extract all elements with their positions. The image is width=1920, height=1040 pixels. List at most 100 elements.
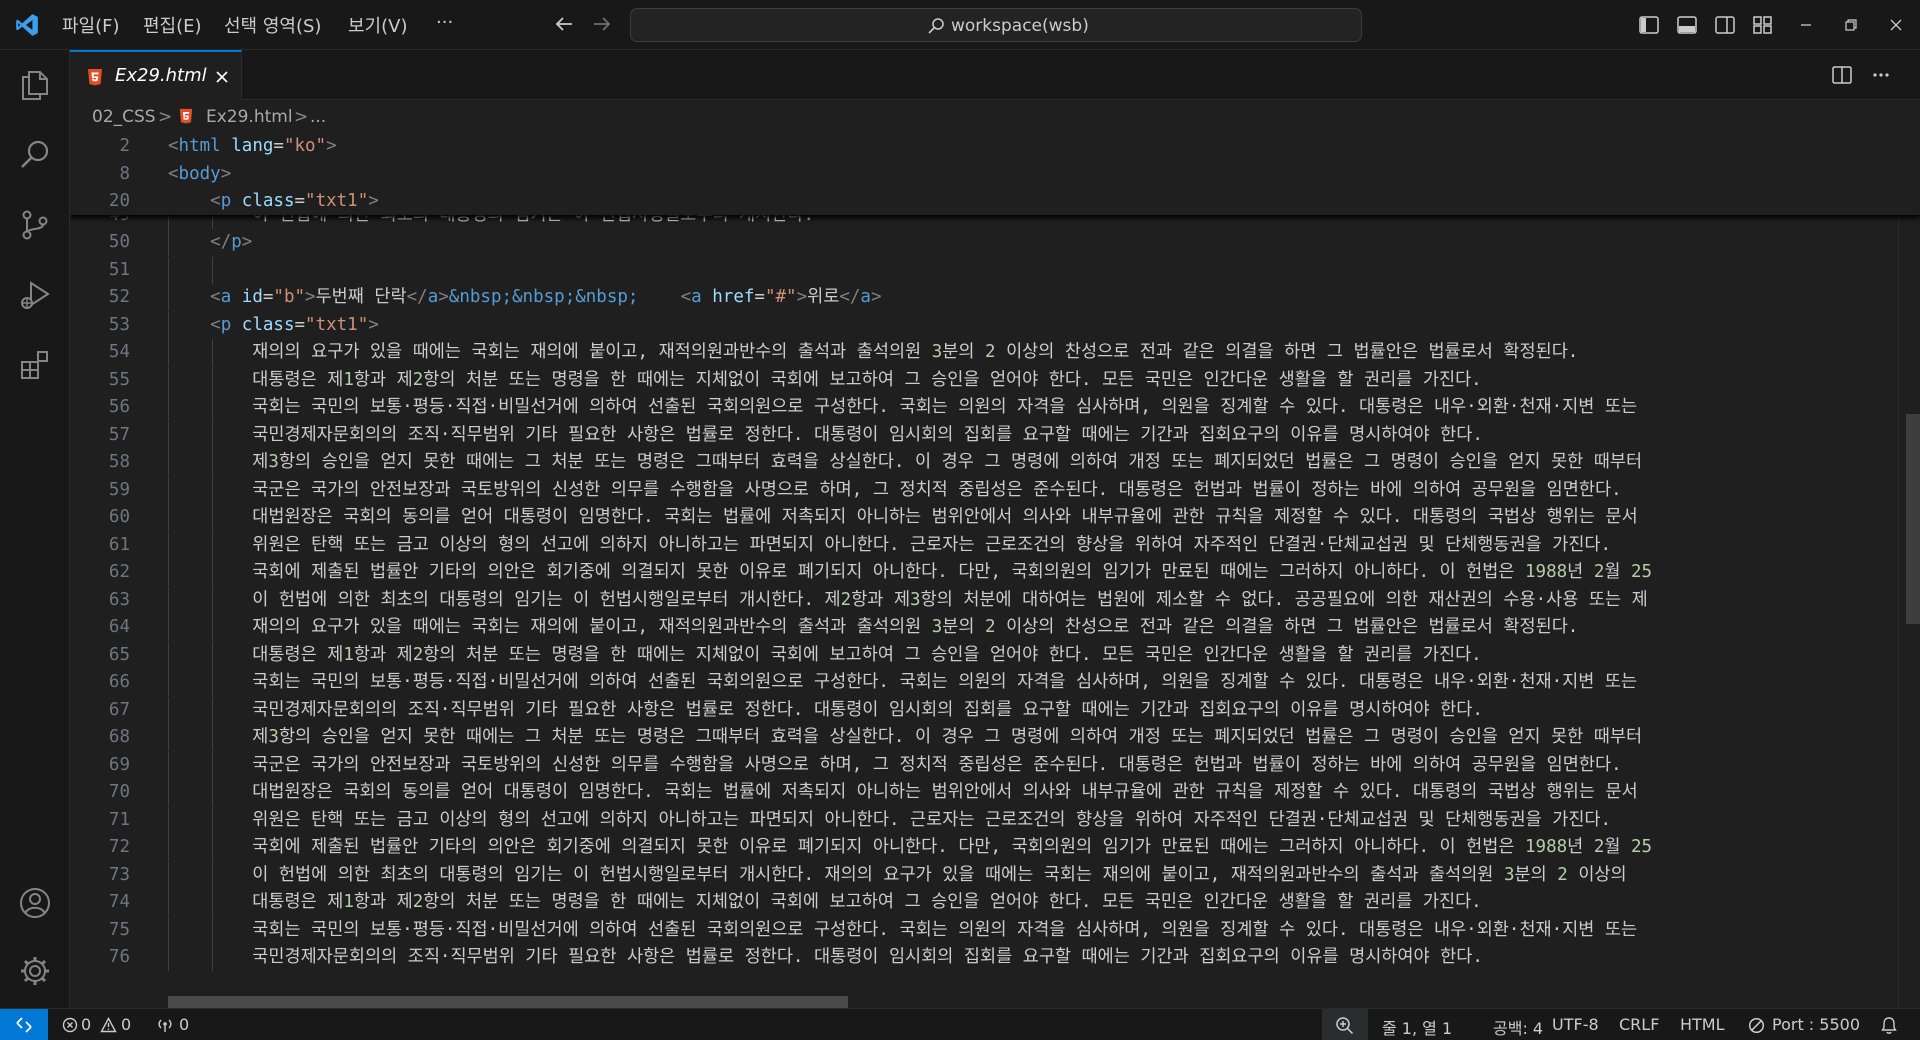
- line-number: 75: [108, 919, 130, 940]
- error-count[interactable]: 0: [81, 1015, 91, 1034]
- code-line[interactable]: 75 국회는 국민의 보통·평등·직접·비밀선거에 의하여 선출된 국회의원으로…: [70, 916, 1920, 944]
- code-line[interactable]: 59 국군은 국가의 안전보장과 국토방위의 신성한 의무를 수행함을 사명으로…: [70, 476, 1920, 504]
- code-text: <p class="txt1">: [168, 188, 379, 215]
- code-line[interactable]: 56 국회는 국민의 보통·평등·직접·비밀선거에 의하여 선출된 국회의원으로…: [70, 394, 1920, 421]
- indent-guide: [212, 724, 213, 751]
- indentation[interactable]: 공백: 4: [1493, 1015, 1543, 1039]
- code-line[interactable]: 57 국민경제자문회의의 조직·직무범위 기타 필요한 사항은 법률로 정한다.…: [70, 421, 1920, 449]
- code-line[interactable]: 53 <p class="txt1">: [70, 311, 1920, 339]
- token: body: [178, 163, 221, 184]
- code-line[interactable]: 74 대통령은 제1항과 제2항의 처분 또는 명령을 한 때에는 지체없이 국…: [70, 889, 1920, 916]
- breadcrumb-symbol[interactable]: ...: [310, 107, 326, 127]
- code-line[interactable]: 66 국회는 국민의 보통·평등·직접·비밀선거에 의하여 선출된 국회의원으로…: [70, 669, 1920, 696]
- zoom-button[interactable]: [1322, 1009, 1368, 1040]
- forwarded-ports-count[interactable]: 0: [179, 1015, 189, 1034]
- indent-guide: [212, 476, 213, 504]
- code-line[interactable]: 52 <a id="b">두번째 단락</a>&nbsp;&nbsp;&nbsp…: [70, 284, 1920, 311]
- menu-file[interactable]: 파일(F): [62, 12, 120, 38]
- code-line[interactable]: 61 위원은 탄핵 또는 금고 이상의 형의 선고에 의하지 아니하고는 파면되…: [70, 531, 1920, 559]
- token: </: [839, 287, 861, 307]
- code-line[interactable]: 69 국군은 국가의 안전보장과 국토방위의 신성한 의무를 수행함을 사명으로…: [70, 751, 1920, 779]
- minimize-icon[interactable]: [1795, 14, 1817, 36]
- line-number: 60: [108, 507, 130, 527]
- line-number: 63: [108, 589, 130, 610]
- token: href: [712, 287, 755, 307]
- code-line[interactable]: 76 국민경제자문회의의 조직·직무범위 기타 필요한 사항은 법률로 정한다.…: [70, 944, 1920, 971]
- end-of-line[interactable]: CRLF: [1619, 1015, 1659, 1034]
- code-line[interactable]: 67 국민경제자문회의의 조직·직무범위 기타 필요한 사항은 법률로 정한다.…: [70, 696, 1920, 724]
- line-number: 62: [108, 562, 130, 582]
- back-arrow-icon[interactable]: [552, 12, 576, 36]
- remote-indicator[interactable]: [0, 1009, 48, 1040]
- error-icon: [62, 1017, 78, 1033]
- menu-more[interactable]: ···: [436, 12, 453, 33]
- run-debug-button[interactable]: [0, 260, 70, 330]
- code-line[interactable]: 71 위원은 탄핵 또는 금고 이상의 형의 선고에 의하지 아니하고는 파면되…: [70, 806, 1920, 834]
- code-line[interactable]: 54 재의의 요구가 있을 때에는 국회는 재의에 붙이고, 재적의원과반수의 …: [70, 339, 1920, 366]
- warning-count[interactable]: 0: [121, 1015, 131, 1034]
- vertical-scrollbar[interactable]: [1906, 414, 1920, 624]
- toggle-primary-sidebar-icon[interactable]: [1638, 14, 1660, 36]
- menu-selection[interactable]: 선택 영역(S): [224, 12, 321, 38]
- explorer-button[interactable]: [0, 50, 70, 120]
- code-editor[interactable]: 48 국회에 제출된 법률안 기타의 의안은 회기중에 의결되지 못한 이유로 …: [70, 134, 1920, 1008]
- code-line[interactable]: 20 <p class="txt1">: [70, 188, 1920, 215]
- tab-ex29-html[interactable]: Ex29.html: [70, 50, 242, 100]
- code-line[interactable]: 60 대법원장은 국회의 동의를 얻어 대통령이 임명한다. 국회는 법률에 저…: [70, 504, 1920, 531]
- menu-edit[interactable]: 편집(E): [143, 12, 202, 38]
- line-number: 59: [108, 479, 130, 500]
- close-window-icon[interactable]: [1885, 14, 1907, 36]
- live-server-port[interactable]: Port : 5500: [1772, 1015, 1860, 1034]
- code-line[interactable]: 2 <html lang="ko">: [70, 134, 1920, 160]
- token: 두번째 단락: [315, 287, 407, 307]
- code-line[interactable]: 50 </p>: [70, 229, 1920, 256]
- code-line[interactable]: 73 이 헌법에 의한 최초의 대통령의 임기는 이 헌법시행일로부터 개시한다…: [70, 861, 1920, 889]
- code-line[interactable]: 72 국회에 제출된 법률안 기타의 의안은 회기중에 의결되지 못한 이유로 …: [70, 834, 1920, 861]
- close-icon[interactable]: [214, 69, 230, 85]
- code-line[interactable]: 70 대법원장은 국회의 동의를 얻어 대통령이 임명한다. 국회는 법률에 저…: [70, 779, 1920, 806]
- token: 이상의: [1567, 864, 1627, 885]
- code-line[interactable]: 55 대통령은 제1항과 제2항의 처분 또는 명령을 한 때에는 지체없이 국…: [70, 366, 1920, 394]
- token: 국회에 제출된 법률안 기타의 의안은 회기중에 의결되지 못한 이유로 폐기되…: [168, 562, 1526, 582]
- code-line[interactable]: 63 이 헌법에 의한 최초의 대통령의 임기는 이 헌법시행일로부터 개시한다…: [70, 586, 1920, 614]
- source-control-button[interactable]: [0, 190, 70, 260]
- code-line[interactable]: 58 제3항의 승인을 얻지 못한 때에는 그 처분 또는 명령은 그때부터 효…: [70, 449, 1920, 476]
- search-view-button[interactable]: [0, 120, 70, 190]
- code-text: 국회에 제출된 법률안 기타의 의안은 회기중에 의결되지 못한 이유로 폐기되…: [168, 559, 1652, 586]
- indent-guide: [168, 449, 169, 476]
- horizontal-scrollbar[interactable]: [168, 996, 848, 1008]
- extensions-button[interactable]: [0, 330, 70, 400]
- remote-icon: [16, 1017, 32, 1033]
- sticky-scroll[interactable]: 2 <html lang="ko"> 8 <body> 20 <p class="txt…: [70, 134, 1920, 215]
- toggle-secondary-sidebar-icon[interactable]: [1714, 14, 1736, 36]
- code-line[interactable]: 65 대통령은 제1항과 제2항의 처분 또는 명령을 한 때에는 지체없이 국…: [70, 641, 1920, 669]
- code-line[interactable]: 51: [70, 256, 1920, 284]
- breadcrumb-file[interactable]: Ex29.html: [206, 107, 293, 127]
- token: 제: [168, 727, 269, 747]
- token: 년: [1567, 837, 1594, 857]
- code-line[interactable]: 62 국회에 제출된 법률안 기타의 의안은 회기중에 의결되지 못한 이유로 …: [70, 559, 1920, 586]
- encoding[interactable]: UTF-8: [1552, 1015, 1599, 1034]
- code-text: 국민경제자문회의의 조직·직무범위 기타 필요한 사항은 법률로 정한다. 대통…: [168, 422, 1483, 449]
- command-center[interactable]: workspace(wsb): [630, 8, 1362, 42]
- breadcrumb-folder[interactable]: 02_CSS: [92, 107, 156, 127]
- token: <: [168, 163, 179, 184]
- indent-guide: [168, 531, 169, 559]
- code-line[interactable]: 64 재의의 요구가 있을 때에는 국회는 재의에 붙이고, 재적의원과반수의 …: [70, 614, 1920, 641]
- language-mode[interactable]: HTML: [1680, 1015, 1725, 1034]
- code-line[interactable]: 68 제3항의 승인을 얻지 못한 때에는 그 처분 또는 명령은 그때부터 효…: [70, 724, 1920, 751]
- more-actions-icon[interactable]: [1870, 64, 1892, 86]
- bell-icon[interactable]: [1880, 1016, 1898, 1035]
- restore-icon[interactable]: [1840, 14, 1862, 36]
- customize-layout-icon[interactable]: [1752, 14, 1774, 36]
- manage-button[interactable]: [0, 936, 70, 1006]
- cursor-position[interactable]: 줄 1, 열 1: [1382, 1015, 1452, 1039]
- code-text: 국회에 제출된 법률안 기타의 의안은 회기중에 의결되지 못한 이유로 폐기되…: [168, 834, 1652, 861]
- forward-arrow-icon[interactable]: [590, 12, 614, 36]
- indent-guide: [168, 614, 169, 641]
- menu-view[interactable]: 보기(V): [348, 12, 407, 38]
- toggle-panel-icon[interactable]: [1676, 14, 1698, 36]
- accounts-button[interactable]: [0, 868, 70, 938]
- split-editor-icon[interactable]: [1831, 64, 1853, 86]
- code-line[interactable]: 8 <body>: [70, 161, 1920, 188]
